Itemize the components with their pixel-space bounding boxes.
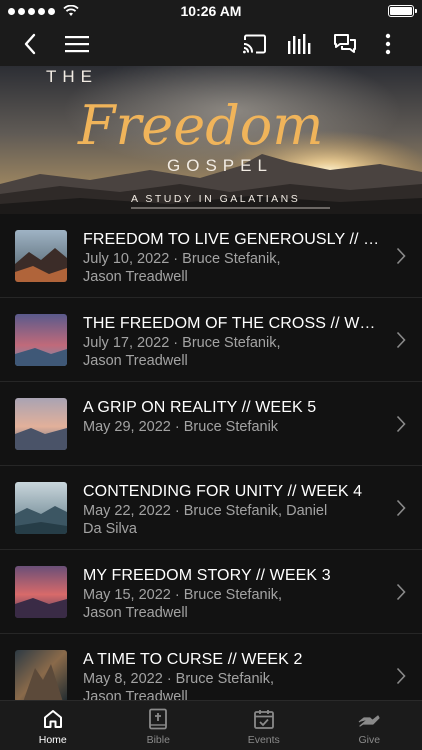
bible-icon (149, 708, 168, 730)
chevron-right-icon (396, 583, 406, 601)
chat-bubbles-icon (334, 34, 356, 53)
sermon-row[interactable]: A GRIP ON REALITY // WEEK 5 May 29, 2022… (0, 382, 422, 466)
audio-bars-icon (288, 34, 311, 54)
sermon-meta: May 8, 2022 · Bruce Stefanik, (83, 671, 275, 687)
back-button[interactable] (14, 28, 46, 60)
sermon-row[interactable]: A TIME TO CURSE // WEEK 2 May 8, 2022 · … (0, 634, 422, 700)
sermon-row[interactable]: CONTENDING FOR UNITY // WEEK 4 May 22, 2… (0, 466, 422, 550)
sermon-title: FREEDOM TO LIVE GENEROUSLY // W... (83, 231, 383, 248)
back-chevron-icon (24, 33, 36, 55)
hamburger-menu-icon (65, 36, 89, 53)
sermon-row[interactable]: MY FREEDOM STORY // WEEK 3 May 15, 2022 … (0, 550, 422, 634)
sermon-row[interactable]: FREEDOM TO LIVE GENEROUSLY // W... July … (0, 214, 422, 298)
battery-icon (388, 5, 417, 17)
cast-icon (243, 34, 266, 54)
status-bar: 10:26 AM (0, 0, 422, 22)
sermon-meta: May 15, 2022 · Bruce Stefanik, (83, 587, 283, 603)
sermon-meta-cont: Jason Treadwell (83, 689, 188, 700)
tab-label: Give (358, 734, 381, 746)
sermon-thumbnail (15, 398, 67, 450)
tab-home[interactable]: Home (0, 701, 106, 750)
menu-button[interactable] (61, 28, 93, 60)
tab-bible[interactable]: Bible (106, 701, 212, 750)
hero-gospel-text: GOSPEL (167, 156, 273, 175)
chevron-right-icon (396, 415, 406, 433)
audio-button[interactable] (284, 28, 316, 60)
sermon-list[interactable]: FREEDOM TO LIVE GENEROUSLY // W... July … (0, 214, 422, 700)
sermon-thumbnail (15, 314, 67, 366)
calendar-icon (253, 710, 274, 729)
sermon-title: CONTENDING FOR UNITY // WEEK 4 (83, 483, 363, 500)
sermon-meta-cont: Jason Treadwell (83, 605, 188, 621)
chevron-right-icon (396, 667, 406, 685)
more-button[interactable] (372, 28, 404, 60)
sermon-row[interactable]: THE FREEDOM OF THE CROSS // WE... July 1… (0, 298, 422, 382)
sermon-meta: May 22, 2022 · Bruce Stefanik, Daniel (83, 503, 328, 519)
sermon-title: A TIME TO CURSE // WEEK 2 (83, 651, 303, 668)
tab-give[interactable]: Give (317, 701, 422, 750)
more-vertical-icon (385, 33, 391, 55)
sermon-meta: July 17, 2022 · Bruce Stefanik, (83, 335, 281, 351)
series-hero-banner: THE Freedom GOSPEL A STUDY IN GALATIANS (0, 66, 422, 214)
sermon-thumbnail (15, 482, 67, 534)
chevron-right-icon (396, 499, 406, 517)
hero-freedom-text: Freedom (77, 94, 323, 157)
give-hand-icon (358, 715, 380, 727)
cast-button[interactable] (239, 28, 271, 60)
sunset-mountains-image: THE Freedom GOSPEL A STUDY IN GALATIANS (0, 66, 422, 214)
chat-button[interactable] (329, 28, 361, 60)
chevron-right-icon (396, 247, 406, 265)
sermon-thumbnail (15, 650, 67, 700)
tab-label: Bible (146, 734, 170, 746)
sermon-thumbnail (15, 230, 67, 282)
sermon-title: THE FREEDOM OF THE CROSS // WE... (83, 315, 383, 332)
status-time: 10:26 AM (180, 3, 242, 19)
sermon-title: A GRIP ON REALITY // WEEK 5 (83, 399, 317, 416)
sermon-meta: July 10, 2022 · Bruce Stefanik, (83, 251, 281, 267)
nav-bar (0, 22, 422, 66)
hero-subtitle-text: A STUDY IN GALATIANS (131, 193, 300, 205)
tab-label: Home (38, 734, 67, 746)
chevron-right-icon (396, 331, 406, 349)
sermon-meta-cont: Jason Treadwell (83, 269, 188, 285)
sermon-meta-cont: Da Silva (83, 521, 137, 537)
tab-events[interactable]: Events (211, 701, 317, 750)
sermon-meta: May 29, 2022 · Bruce Stefanik (83, 419, 279, 435)
hero-the-text: THE (46, 67, 98, 86)
home-icon (43, 710, 62, 728)
bottom-tab-bar: Home Bible Events Give (0, 700, 422, 750)
tab-label: Events (247, 734, 280, 746)
sermon-meta-cont: Jason Treadwell (83, 353, 188, 369)
sermon-title: MY FREEDOM STORY // WEEK 3 (83, 567, 331, 584)
sermon-thumbnail (15, 566, 67, 618)
